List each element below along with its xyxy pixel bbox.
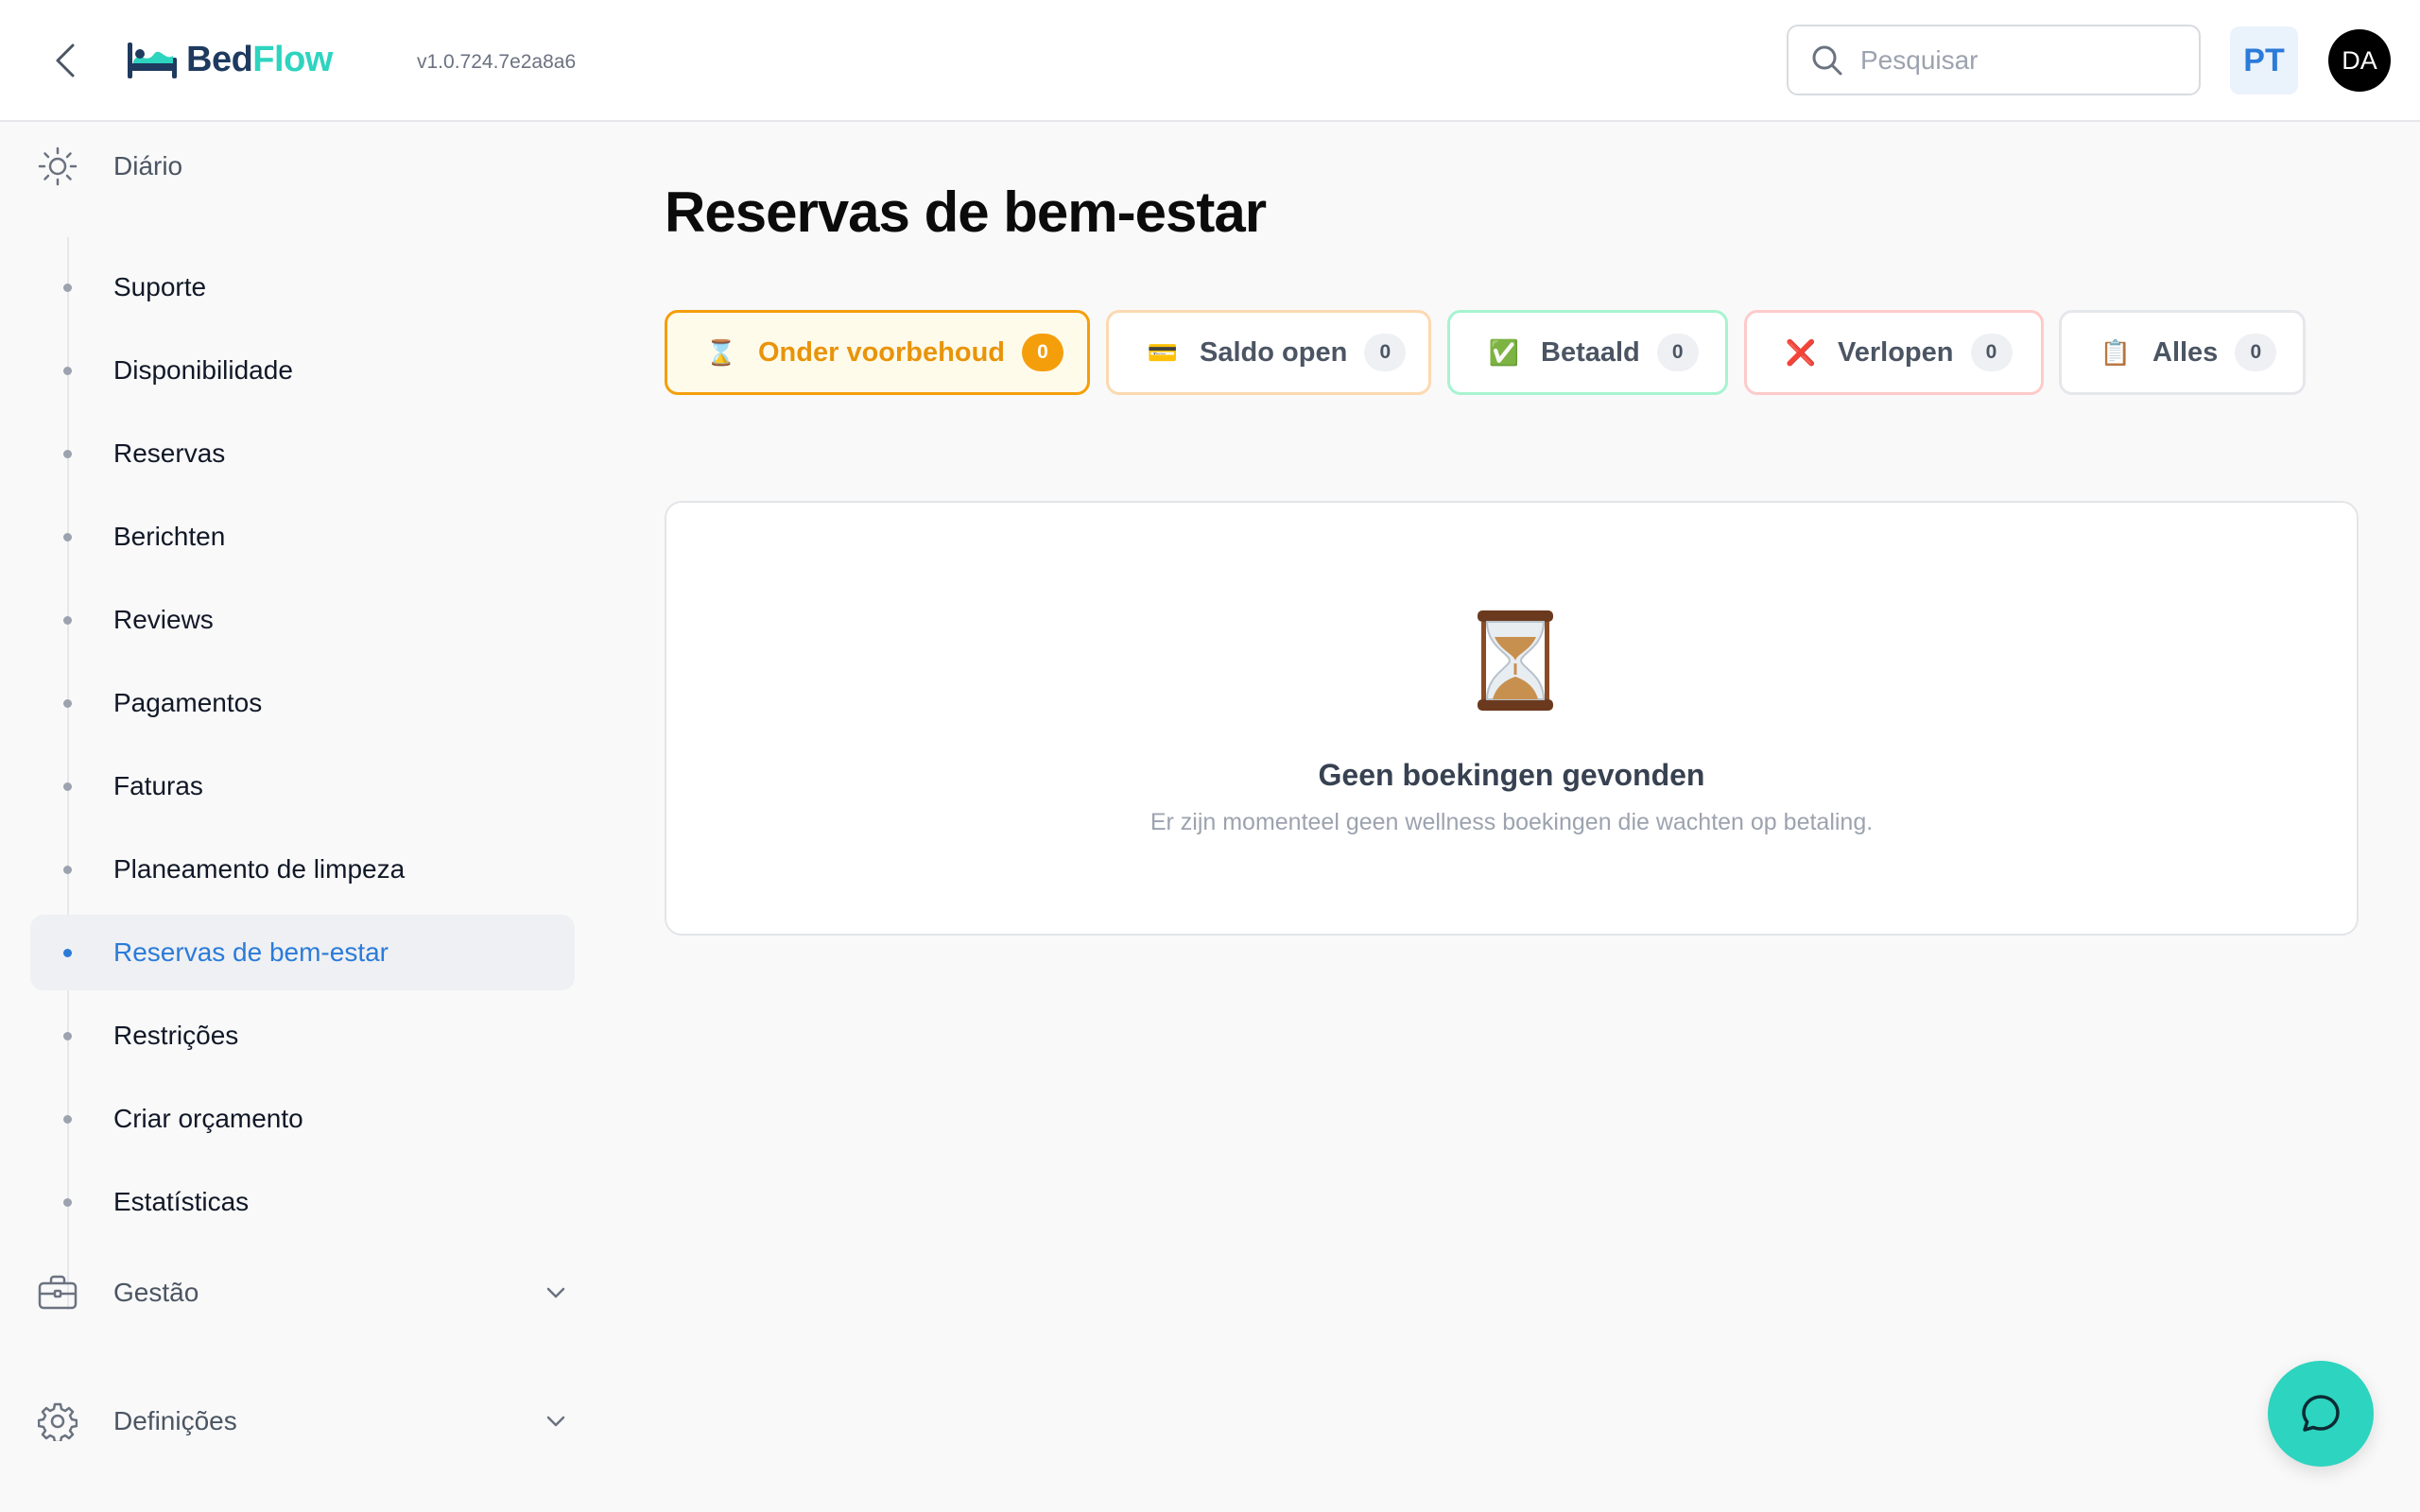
sidebar-management-label: Gestão [113,1278,199,1307]
chat-bubble-icon [2302,1395,2340,1432]
gear-icon [30,1394,85,1449]
sidebar-daily[interactable]: Diário [30,138,569,195]
sidebar-item[interactable]: Suporte [30,249,575,325]
filter-count-badge: 0 [1656,334,1699,371]
sidebar-item[interactable]: Reviews [30,582,575,658]
language-switcher[interactable]: PT [2230,26,2298,94]
sidebar-item[interactable]: Restrições [30,998,575,1074]
bed-logo-icon [128,43,177,78]
back-button[interactable] [47,38,83,83]
sun-icon [30,139,85,194]
tree-bullet [63,616,72,625]
filter-emoji-icon: ❌ [1785,337,1817,367]
sidebar-item-label: Estatísticas [113,1187,250,1216]
tree-bullet [63,284,72,292]
tree-bullet [63,866,72,874]
sidebar-item[interactable]: Berichten [30,499,575,575]
top-header: BedFlow v1.0.724.7e2a8a6 PT DA [0,0,2420,122]
filter-label: Onder voorbehoud [758,336,1005,368]
hourglass-icon [1478,610,1553,711]
sidebar-item[interactable]: Criar orçamento [30,1081,575,1157]
chevron-left-icon [56,43,75,77]
tree-bullet [63,533,72,541]
sidebar-item[interactable]: Reservas de bem-estar [30,915,575,990]
app-version: v1.0.724.7e2a8a6 [417,51,577,73]
filter-emoji-icon: ⌛ [705,337,737,367]
filter-tab[interactable]: ✅ Betaald 0 [1447,310,1728,395]
filter-count-badge: 0 [2235,334,2277,371]
filter-tab[interactable]: ❌ Verlopen 0 [1744,310,2044,395]
sidebar: Diário Suporte Disponibilidade Reservas Ber… [0,124,605,1512]
tree-bullet [63,450,72,458]
filter-count-badge: 0 [1970,334,2013,371]
sidebar-item-label: Restrições [113,1021,239,1050]
sidebar-item-label: Reservas [113,438,226,468]
filter-emoji-icon: 📋 [2100,337,2132,367]
sidebar-item-label: Faturas [113,771,203,800]
bedflow-logo[interactable]: BedFlow [126,34,333,85]
chevron-down-icon [546,1416,565,1427]
chat-button[interactable] [2268,1361,2374,1467]
tree-bullet [63,1198,72,1207]
empty-state-subtitle: Er zijn momenteel geen wellness boekinge… [1150,809,1874,835]
sidebar-item[interactable]: Disponibilidade [30,333,575,408]
briefcase-icon [30,1265,85,1320]
filter-label: Alles [2152,336,2219,368]
search-input[interactable] [1860,44,2163,76]
sidebar-item[interactable]: Faturas [30,748,575,824]
sidebar-item[interactable]: Reservas [30,416,575,491]
page-title: Reservas de bem-estar [665,180,1267,244]
filter-tab[interactable]: ⌛ Onder voorbehoud 0 [665,310,1090,395]
filter-tab[interactable]: 📋 Alles 0 [2059,310,2306,395]
sidebar-item-label: Berichten [113,522,226,551]
sidebar-daily-label: Diário [113,151,183,180]
empty-state-card: Geen boekingen gevonden Er zijn momentee… [665,501,2359,936]
sidebar-item-label: Disponibilidade [113,355,293,385]
chevron-down-icon [546,1287,565,1298]
tree-bullet [63,1115,72,1124]
sidebar-item[interactable]: Pagamentos [30,665,575,741]
filter-tab[interactable]: 💳 Saldo open 0 [1106,310,1431,395]
sidebar-settings[interactable]: Definições [30,1393,569,1450]
sidebar-item[interactable]: Planeamento de limpeza [30,832,575,907]
user-avatar[interactable]: DA [2328,29,2391,92]
sidebar-item-label: Pagamentos [113,688,263,717]
empty-state-title: Geen boekingen gevonden [1318,758,1705,792]
sidebar-item-label: Planeamento de limpeza [113,854,406,884]
filter-emoji-icon: 💳 [1147,337,1179,367]
filter-label: Saldo open [1200,336,1348,368]
tree-bullet [63,699,72,708]
sidebar-item-label: Reviews [113,605,214,634]
sidebar-item[interactable]: Estatísticas [30,1164,575,1240]
sidebar-item-label: Reservas de bem-estar [113,937,389,967]
tree-bullet [63,949,72,957]
tree-bullet [63,367,72,375]
sidebar-settings-label: Definições [113,1406,237,1435]
filter-label: Verlopen [1838,336,1954,368]
logo-text: BedFlow [186,39,333,79]
filter-count-badge: 0 [1022,334,1063,371]
sidebar-item-label: Suporte [113,272,207,301]
sidebar-item-label: Criar orçamento [113,1104,303,1133]
tree-bullet [63,782,72,791]
tree-bullet [63,1032,72,1040]
filter-label: Betaald [1541,336,1640,368]
filter-emoji-icon: ✅ [1488,337,1520,367]
filter-count-badge: 0 [1364,334,1407,371]
sidebar-management[interactable]: Gestão [30,1264,569,1321]
search-box[interactable] [1787,25,2201,95]
search-icon [1812,45,1842,75]
